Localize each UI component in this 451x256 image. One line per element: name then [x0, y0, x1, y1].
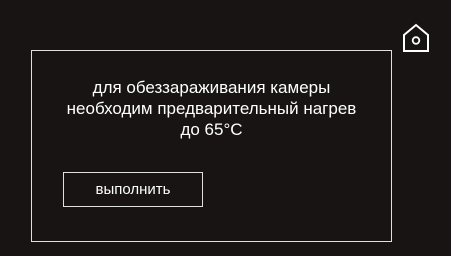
execute-button[interactable]: выполнить [63, 172, 203, 207]
home-button[interactable] [401, 22, 431, 54]
home-icon [403, 23, 429, 52]
disinfection-dialog: для обеззараживания камеры необходим пре… [31, 50, 392, 242]
dialog-message: для обеззараживания камеры необходим пре… [32, 77, 391, 140]
dialog-message-line: необходим предварительный нагрев [66, 99, 357, 118]
dialog-message-line: для обеззараживания камеры [92, 78, 331, 97]
dialog-message-line: до 65°С [180, 120, 243, 139]
